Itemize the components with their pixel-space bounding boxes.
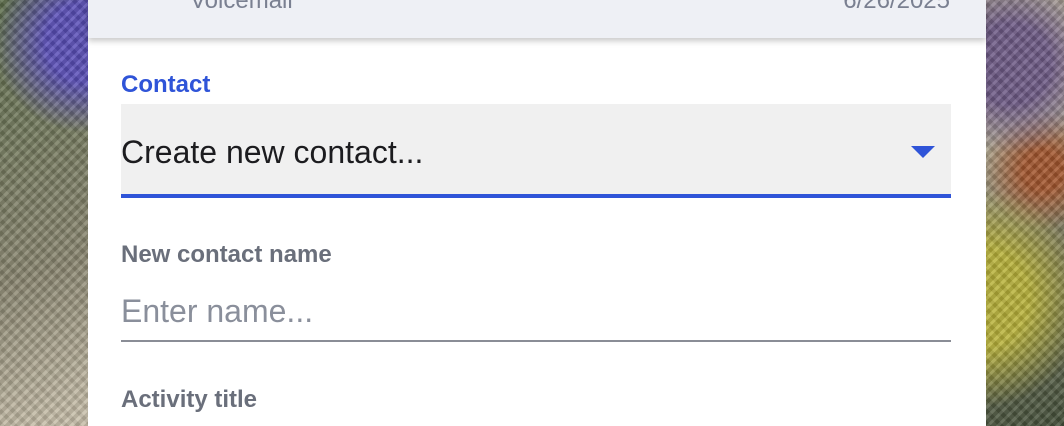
row-type-label: Voicemail	[190, 0, 293, 14]
contact-select[interactable]: Create new contact...	[121, 104, 951, 198]
desktop-wallpaper-right	[986, 0, 1064, 426]
desktop-wallpaper-left	[0, 0, 88, 426]
contact-field-label: Contact	[121, 71, 211, 98]
activity-title-label: Activity title	[121, 386, 258, 413]
contact-select-value: Create new contact...	[121, 134, 424, 170]
caret-down-icon[interactable]	[911, 146, 935, 158]
activity-form-panel: Voicemail 6/26/2025 Contact Create new c…	[88, 0, 986, 426]
new-contact-name-input[interactable]	[121, 283, 951, 342]
row-date: 6/26/2025	[843, 0, 950, 14]
voicemail-list-row[interactable]: Voicemail 6/26/2025	[88, 0, 986, 38]
new-contact-name-label: New contact name	[121, 241, 332, 268]
